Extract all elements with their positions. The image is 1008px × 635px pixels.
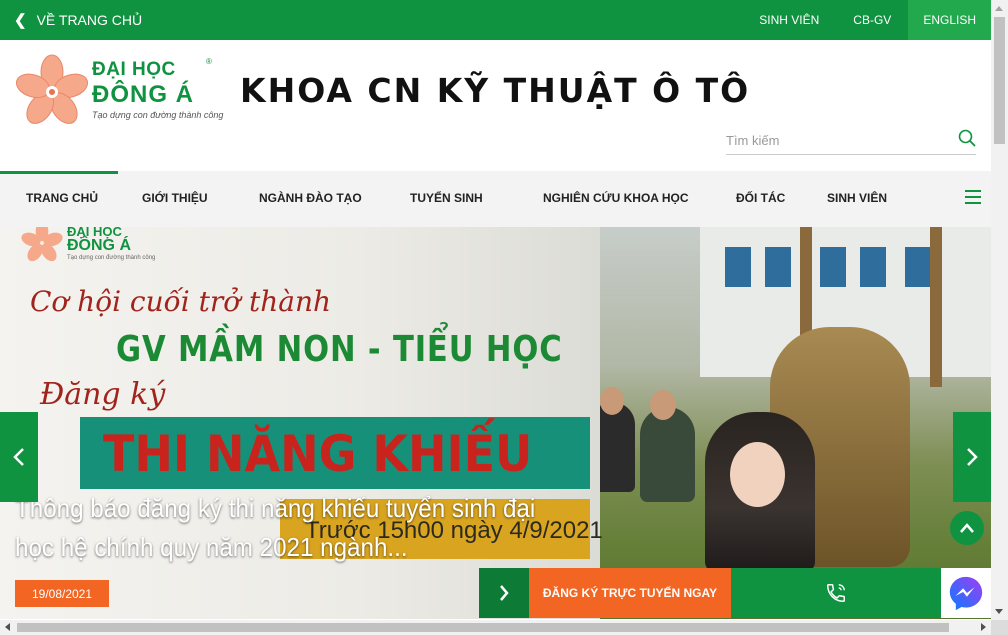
cta-expand-button[interactable] bbox=[479, 568, 529, 618]
site-title: KHOA CN KỸ THUẬT Ô TÔ bbox=[240, 71, 751, 110]
student-face bbox=[650, 390, 676, 420]
scroll-left-arrow-icon[interactable] bbox=[5, 623, 10, 631]
nav-item-programs[interactable]: NGÀNH ĐÀO TẠO bbox=[259, 191, 362, 205]
top-link-staff[interactable]: CB-GV bbox=[836, 13, 908, 27]
poster-logo: ĐẠI HỌC ĐÔNG Á Tạo dựng con đường thành … bbox=[20, 227, 155, 267]
search-box bbox=[726, 127, 976, 155]
cta-bar: ĐĂNG KÝ TRỰC TUYẾN NGAY bbox=[479, 568, 941, 618]
top-link-students[interactable]: SINH VIÊN bbox=[742, 13, 836, 27]
phone-button[interactable] bbox=[731, 568, 941, 618]
vertical-scroll-thumb[interactable] bbox=[994, 17, 1005, 144]
chevron-right-icon bbox=[967, 448, 978, 466]
language-english-link[interactable]: ENGLISH bbox=[908, 0, 991, 40]
nav-active-indicator bbox=[0, 171, 118, 174]
messenger-icon bbox=[949, 576, 983, 611]
search-icon[interactable] bbox=[958, 129, 976, 147]
messenger-button[interactable] bbox=[941, 568, 991, 618]
slider-prev-button[interactable] bbox=[0, 412, 38, 502]
girl-face bbox=[730, 442, 785, 507]
hamburger-icon[interactable] bbox=[965, 190, 981, 204]
building-window bbox=[820, 247, 846, 287]
scroll-to-top-button[interactable] bbox=[950, 511, 984, 545]
chevron-left-icon: ❮ bbox=[14, 12, 27, 29]
building-window bbox=[725, 247, 751, 287]
scrollbar-corner bbox=[991, 620, 1008, 635]
top-bar: ❮ VỀ TRANG CHỦ SINH VIÊN CB-GV ENGLISH bbox=[0, 0, 991, 40]
top-links: SINH VIÊN CB-GV ENGLISH bbox=[742, 0, 991, 40]
poster-logo-line-2: ĐÔNG Á bbox=[67, 237, 131, 254]
logo-line-1: ĐẠI HỌC bbox=[92, 59, 176, 80]
site-header: ĐẠI HỌC ® ĐÔNG Á Tạo dựng con đường thàn… bbox=[0, 40, 991, 171]
nav-item-about[interactable]: GIỚI THIỆU bbox=[142, 191, 208, 205]
poster-line-2: GV MẦM NON - TIỂU HỌC bbox=[116, 329, 563, 370]
poster-band-text: THI NĂNG KHIẾU bbox=[103, 425, 533, 483]
slide-caption[interactable]: Thông báo đăng ký thi năng khiếu tuyển s… bbox=[15, 489, 536, 567]
search-input[interactable] bbox=[726, 127, 946, 153]
poster-line-3: Đăng ký bbox=[40, 377, 166, 412]
nav-item-partners[interactable]: ĐỐI TÁC bbox=[736, 191, 785, 205]
horizontal-scroll-thumb[interactable] bbox=[17, 623, 949, 632]
nav-item-students[interactable]: SINH VIÊN bbox=[827, 191, 887, 205]
logo-line-2: ĐÔNG Á bbox=[92, 81, 194, 108]
flower-logo-icon bbox=[21, 227, 63, 262]
building-window bbox=[860, 247, 886, 287]
scroll-down-arrow-icon[interactable] bbox=[995, 609, 1003, 614]
building-window bbox=[765, 247, 791, 287]
student-face bbox=[600, 387, 624, 415]
logo-tagline: Tạo dựng con đường thành công bbox=[92, 110, 224, 120]
page: ❮ VỀ TRANG CHỦ SINH VIÊN CB-GV ENGLISH Đ… bbox=[0, 0, 1008, 635]
poster-line-1: Cơ hội cuối trở thành bbox=[30, 285, 332, 318]
student-figure bbox=[640, 407, 695, 502]
university-logo[interactable]: ĐẠI HỌC ® ĐÔNG Á Tạo dựng con đường thàn… bbox=[14, 54, 223, 132]
scroll-up-arrow-icon[interactable] bbox=[995, 6, 1003, 11]
flower-logo-icon bbox=[15, 54, 89, 124]
nav-item-research[interactable]: NGHIÊN CỨU KHOA HỌC bbox=[543, 191, 689, 205]
chevron-right-icon bbox=[500, 585, 509, 601]
phone-icon bbox=[827, 584, 845, 602]
register-online-button[interactable]: ĐĂNG KÝ TRỰC TUYẾN NGAY bbox=[529, 568, 731, 618]
slider-next-button[interactable] bbox=[953, 412, 991, 502]
vertical-scrollbar[interactable] bbox=[991, 0, 1008, 620]
slide-date-badge: 19/08/2021 bbox=[15, 580, 109, 607]
building-window bbox=[905, 247, 931, 287]
hero-slider: ĐẠI HỌC ĐÔNG Á Tạo dựng con đường thành … bbox=[0, 227, 991, 619]
nav-item-home[interactable]: TRANG CHỦ bbox=[26, 191, 98, 205]
logo-registered-mark: ® bbox=[206, 57, 212, 66]
back-to-home-link[interactable]: ❮ VỀ TRANG CHỦ bbox=[14, 0, 142, 40]
scroll-right-arrow-icon[interactable] bbox=[981, 623, 986, 631]
horizontal-scrollbar[interactable] bbox=[0, 620, 991, 635]
back-to-home-label: VỀ TRANG CHỦ bbox=[36, 12, 143, 28]
tree-trunk bbox=[930, 227, 942, 387]
arrow-up-icon bbox=[960, 523, 974, 533]
poster-logo-tagline: Tạo dựng con đường thành công bbox=[67, 255, 156, 261]
chevron-left-icon bbox=[13, 448, 24, 466]
nav-item-admissions[interactable]: TUYỂN SINH bbox=[410, 191, 483, 205]
main-nav: TRANG CHỦ GIỚI THIỆU NGÀNH ĐÀO TẠO TUYỂN… bbox=[0, 171, 991, 227]
